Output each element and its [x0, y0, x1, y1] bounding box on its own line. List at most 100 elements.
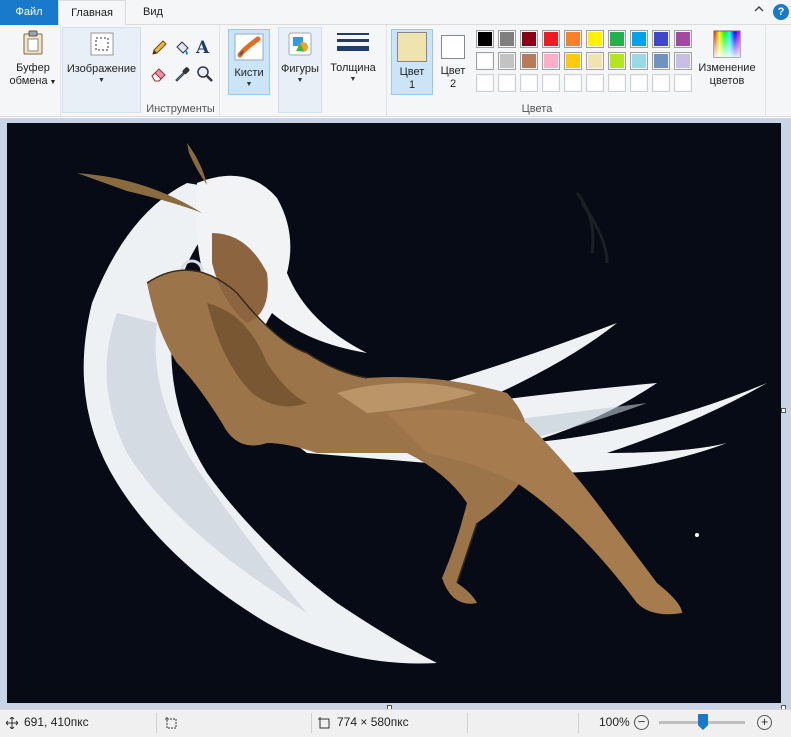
palette-swatch-color [478, 76, 492, 90]
zoom-out-button[interactable]: − [634, 715, 649, 730]
color1-button[interactable]: Цвет 1 [391, 29, 433, 95]
palette-swatch-color [500, 76, 514, 90]
tab-home[interactable]: Главная [58, 0, 126, 26]
palette-swatch[interactable] [498, 52, 516, 70]
palette-swatch-color [610, 32, 624, 46]
palette-swatch[interactable] [652, 74, 670, 92]
pencil-icon[interactable] [150, 39, 168, 57]
palette-swatch[interactable] [674, 30, 692, 48]
palette-swatch-color [500, 32, 514, 46]
palette-swatch-color [522, 76, 536, 90]
image-button[interactable]: Изображение ▼ [63, 29, 140, 85]
chevron-down-icon: ▼ [296, 77, 304, 84]
fill-icon[interactable] [173, 39, 191, 57]
palette-swatch[interactable] [608, 74, 626, 92]
palette-swatch[interactable] [630, 52, 648, 70]
palette-swatch[interactable] [542, 30, 560, 48]
palette-swatch[interactable] [586, 30, 604, 48]
shapes-icon [287, 29, 313, 59]
palette-swatch[interactable] [498, 30, 516, 48]
color1-swatch [397, 32, 427, 62]
color-wheel-icon [713, 28, 741, 58]
palette-swatch-color [522, 32, 536, 46]
help-icon[interactable]: ? [773, 4, 789, 20]
palette-swatch[interactable] [520, 74, 538, 92]
palette-swatch[interactable] [564, 74, 582, 92]
colors-group: Цвет 1 Цвет 2 Изменение цветов Цвета [386, 25, 766, 117]
palette-swatch[interactable] [564, 52, 582, 70]
palette-swatch[interactable] [674, 74, 692, 92]
palette-swatch[interactable] [652, 30, 670, 48]
palette-swatch[interactable] [542, 74, 560, 92]
palette-swatch[interactable] [476, 52, 494, 70]
line-thickness-icon [336, 28, 370, 58]
chevron-down-icon: ▼ [349, 76, 357, 83]
color2-label-1: Цвет [440, 65, 466, 77]
palette-swatch-color [654, 32, 668, 46]
palette-swatch-color [654, 54, 668, 68]
palette-swatch[interactable] [630, 30, 648, 48]
tab-file[interactable]: Файл [0, 0, 58, 25]
palette-swatch-color [588, 32, 602, 46]
palette-swatch-color [544, 76, 558, 90]
zoom-in-button[interactable]: + [757, 715, 772, 730]
status-divider [311, 713, 312, 733]
palette-swatch[interactable] [630, 74, 648, 92]
palette-swatch-color [566, 54, 580, 68]
palette-swatch[interactable] [608, 52, 626, 70]
color2-button[interactable]: Цвет 2 [435, 29, 471, 91]
palette-swatch[interactable] [674, 52, 692, 70]
cursor-position: 691, 410пкс [24, 715, 89, 729]
color-picker-icon[interactable] [173, 65, 191, 83]
palette-swatch-color [522, 54, 536, 68]
palette-swatch-color [610, 54, 624, 68]
size-button[interactable]: Толщина ▼ [327, 28, 379, 84]
cursor-position-icon [5, 710, 20, 737]
palette-swatch-color [588, 54, 602, 68]
palette-swatch[interactable] [476, 74, 494, 92]
clipboard-button[interactable]: Буфер обмена ▼ [8, 28, 58, 89]
shapes-button[interactable]: Фигуры ▼ [279, 29, 321, 85]
clipboard-label-2: обмена ▼ [9, 75, 57, 87]
palette-swatch[interactable] [564, 30, 582, 48]
palette-swatch-color [588, 76, 602, 90]
chevron-up-icon[interactable] [753, 3, 765, 18]
angel-drawing [7, 123, 781, 703]
palette-swatch[interactable] [586, 52, 604, 70]
eraser-icon[interactable] [150, 65, 168, 83]
text-icon[interactable]: A [196, 38, 214, 58]
clipboard-label-1: Буфер [16, 62, 50, 74]
drawing-canvas[interactable] [7, 123, 781, 703]
palette-swatch[interactable] [476, 30, 494, 48]
ribbon: Буфер обмена ▼ Изображение ▼ A Инструмен… [0, 25, 791, 117]
zoom-level: 100% [599, 715, 630, 729]
palette-swatch[interactable] [520, 52, 538, 70]
tab-view[interactable]: Вид [130, 0, 176, 25]
palette-swatch-color [544, 54, 558, 68]
palette-swatch[interactable] [542, 52, 560, 70]
resize-handle-right[interactable] [781, 408, 786, 413]
edit-colors-label-1: Изменение [698, 62, 756, 74]
canvas-workspace[interactable] [0, 118, 791, 710]
palette-swatch[interactable] [498, 74, 516, 92]
clipboard-icon [20, 28, 46, 58]
select-icon [89, 29, 115, 59]
brushes-button[interactable]: Кисти ▼ [228, 29, 270, 95]
palette-swatch-color [500, 54, 514, 68]
palette-swatch-color [632, 54, 646, 68]
palette-swatch-color [632, 32, 646, 46]
palette-swatch[interactable] [608, 30, 626, 48]
palette-swatch[interactable] [586, 74, 604, 92]
palette-swatch-color [632, 76, 646, 90]
colors-group-label: Цвета [521, 103, 553, 115]
chevron-down-icon: ▼ [245, 81, 253, 88]
palette-swatch-color [654, 76, 668, 90]
magnifier-icon[interactable] [196, 65, 214, 83]
color1-label-2: 1 [408, 79, 416, 91]
image-group: Изображение ▼ [62, 27, 141, 113]
palette-swatch[interactable] [520, 30, 538, 48]
zoom-slider-thumb[interactable] [698, 714, 708, 730]
palette-swatch[interactable] [652, 52, 670, 70]
edit-colors-button[interactable]: Изменение цветов [695, 28, 759, 88]
palette-swatch-color [566, 32, 580, 46]
